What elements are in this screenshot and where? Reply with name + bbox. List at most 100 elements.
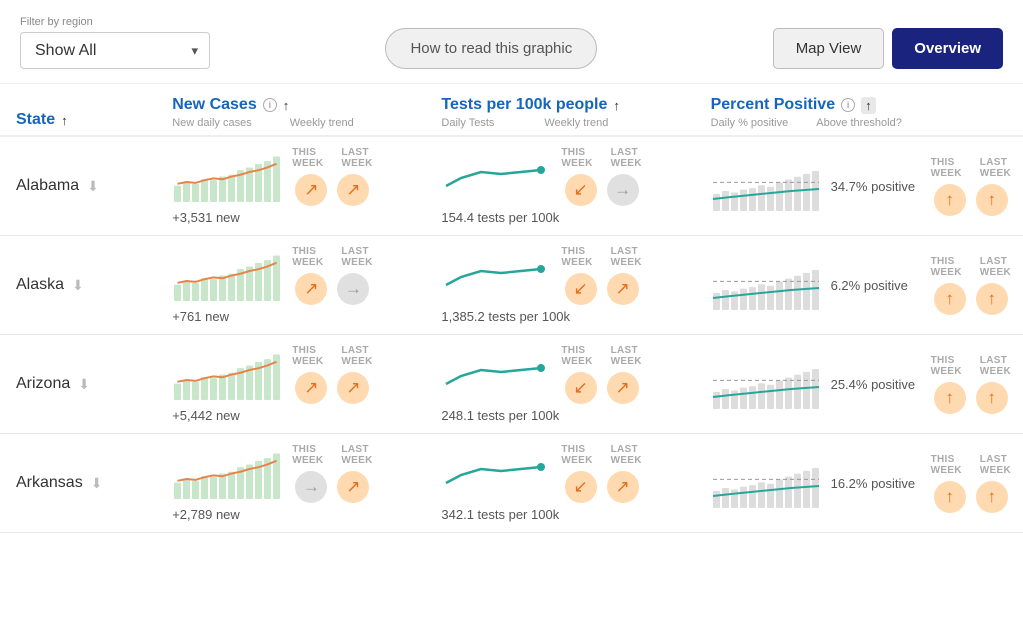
- new-cases-col-label: New Cases: [172, 96, 257, 114]
- filter-label: Filter by region: [20, 16, 210, 28]
- pct-this-week-label: THISWEEK: [931, 256, 962, 278]
- tests-sort-icon[interactable]: ↑: [613, 98, 620, 113]
- region-select[interactable]: Show All: [20, 32, 210, 69]
- new-cases-sub2: Weekly trend: [290, 117, 354, 129]
- tests-value: 1,385.2 tests per 100k: [441, 309, 686, 324]
- filter-region: Filter by region Show All ▾: [20, 16, 210, 69]
- tests-cell: THISWEEK LASTWEEK ↙ → 154.4 tests per 10…: [429, 136, 698, 236]
- state-sort-icon[interactable]: ↑: [61, 113, 68, 128]
- percent-sort-icon[interactable]: ↑: [861, 97, 876, 114]
- new-cases-value: +5,442 new: [172, 408, 417, 423]
- percent-cell: 25.4% positive THISWEEK LASTWEEK ↑ ↑: [699, 335, 1023, 434]
- percent-sub1: Daily % positive: [711, 117, 789, 129]
- cases-trend-this: ↗: [295, 372, 327, 404]
- this-week-label: THISWEEK: [292, 246, 323, 268]
- tests-this-week-label: THISWEEK: [561, 246, 592, 268]
- state-name: Arizona: [16, 375, 70, 393]
- download-icon[interactable]: ⬇: [72, 277, 84, 294]
- tests-cell: THISWEEK LASTWEEK ↙ ↗ 1,385.2 tests per …: [429, 236, 698, 335]
- new-cases-info-icon[interactable]: i: [263, 98, 277, 112]
- tests-last-week-label: LASTWEEK: [611, 246, 642, 268]
- this-week-label: THISWEEK: [292, 444, 323, 466]
- pct-trend-this: ↑: [934, 184, 966, 216]
- tests-this-week-label: THISWEEK: [561, 147, 592, 169]
- tests-value: 342.1 tests per 100k: [441, 507, 686, 522]
- tests-trend-this: ↙: [565, 471, 597, 503]
- download-icon[interactable]: ⬇: [87, 178, 99, 195]
- percent-col-label: Percent Positive: [711, 96, 836, 114]
- pct-trend-this: ↑: [934, 382, 966, 414]
- last-week-label: LASTWEEK: [341, 345, 372, 367]
- tests-sub2: Weekly trend: [544, 117, 608, 129]
- percent-cell: 6.2% positive THISWEEK LASTWEEK ↑ ↑: [699, 236, 1023, 335]
- top-bar: Filter by region Show All ▾ How to read …: [0, 0, 1023, 84]
- last-week-label: LASTWEEK: [341, 147, 372, 169]
- tests-this-week-label: THISWEEK: [561, 345, 592, 367]
- how-to-button[interactable]: How to read this graphic: [385, 28, 597, 69]
- pct-trend-last: ↑: [976, 382, 1008, 414]
- col-header-state: State ↑: [0, 84, 160, 136]
- cases-trend-last: →: [337, 273, 369, 305]
- state-cell: Alabama ⬇: [0, 136, 160, 236]
- cases-trend-this: ↗: [295, 174, 327, 206]
- state-cell: Arizona ⬇: [0, 335, 160, 434]
- tests-trend-last: ↗: [607, 372, 639, 404]
- percent-sub2: Above threshold?: [816, 117, 902, 129]
- pct-last-week-label: LASTWEEK: [980, 157, 1011, 179]
- region-select-wrapper[interactable]: Show All ▾: [20, 32, 210, 69]
- map-view-button[interactable]: Map View: [773, 28, 885, 69]
- col-header-percent: Percent Positive i ↑ Daily % positive Ab…: [699, 84, 1023, 136]
- new-cases-cell: THISWEEK LASTWEEK → ↗ +2,789 new: [160, 434, 429, 533]
- data-table: State ↑ New Cases i ↑ New daily cases We…: [0, 84, 1023, 533]
- percent-cell: 34.7% positive THISWEEK LASTWEEK ↑ ↑: [699, 136, 1023, 236]
- col-header-tests: Tests per 100k people ↑ Daily Tests Week…: [429, 84, 698, 136]
- tests-last-week-label: LASTWEEK: [611, 147, 642, 169]
- cases-trend-last: ↗: [337, 471, 369, 503]
- tests-trend-last: →: [607, 174, 639, 206]
- cases-trend-this: ↗: [295, 273, 327, 305]
- state-name: Arkansas: [16, 474, 83, 492]
- percent-cell: 16.2% positive THISWEEK LASTWEEK ↑ ↑: [699, 434, 1023, 533]
- state-name: Alabama: [16, 177, 79, 195]
- col-header-new-cases: New Cases i ↑ New daily cases Weekly tre…: [160, 84, 429, 136]
- pct-trend-last: ↑: [976, 283, 1008, 315]
- new-cases-value: +2,789 new: [172, 507, 417, 522]
- tests-sub1: Daily Tests: [441, 117, 494, 129]
- pct-this-week-label: THISWEEK: [931, 355, 962, 377]
- tests-trend-this: ↙: [565, 174, 597, 206]
- new-cases-sub1: New daily cases: [172, 117, 251, 129]
- tests-trend-this: ↙: [565, 273, 597, 305]
- tests-last-week-label: LASTWEEK: [611, 444, 642, 466]
- new-cases-value: +761 new: [172, 309, 417, 324]
- pct-last-week-label: LASTWEEK: [980, 355, 1011, 377]
- download-icon[interactable]: ⬇: [78, 376, 90, 393]
- tests-value: 154.4 tests per 100k: [441, 210, 686, 225]
- table-row: Alaska ⬇ THISWEEK LASTWEEK ↗ → +761 new: [0, 236, 1023, 335]
- table-row: Arkansas ⬇ THISWEEK LASTWEEK → ↗ +2,789 …: [0, 434, 1023, 533]
- state-cell: Arkansas ⬇: [0, 434, 160, 533]
- tests-trend-last: ↗: [607, 471, 639, 503]
- tests-last-week-label: LASTWEEK: [611, 345, 642, 367]
- tests-cell: THISWEEK LASTWEEK ↙ ↗ 248.1 tests per 10…: [429, 335, 698, 434]
- pct-trend-this: ↑: [934, 283, 966, 315]
- this-week-label: THISWEEK: [292, 147, 323, 169]
- last-week-label: LASTWEEK: [341, 246, 372, 268]
- state-cell: Alaska ⬇: [0, 236, 160, 335]
- cases-trend-last: ↗: [337, 174, 369, 206]
- download-icon[interactable]: ⬇: [91, 475, 103, 492]
- tests-col-label: Tests per 100k people: [441, 96, 607, 114]
- percent-info-icon[interactable]: i: [841, 98, 855, 112]
- table-container: State ↑ New Cases i ↑ New daily cases We…: [0, 84, 1023, 533]
- new-cases-cell: THISWEEK LASTWEEK ↗ → +761 new: [160, 236, 429, 335]
- tests-this-week-label: THISWEEK: [561, 444, 592, 466]
- new-cases-sort-icon[interactable]: ↑: [283, 98, 290, 113]
- tests-trend-last: ↗: [607, 273, 639, 305]
- tests-cell: THISWEEK LASTWEEK ↙ ↗ 342.1 tests per 10…: [429, 434, 698, 533]
- overview-button[interactable]: Overview: [892, 28, 1003, 69]
- tests-trend-this: ↙: [565, 372, 597, 404]
- this-week-label: THISWEEK: [292, 345, 323, 367]
- pct-trend-this: ↑: [934, 481, 966, 513]
- pct-trend-last: ↑: [976, 184, 1008, 216]
- state-name: Alaska: [16, 276, 64, 294]
- chevron-down-icon: ▾: [191, 43, 198, 59]
